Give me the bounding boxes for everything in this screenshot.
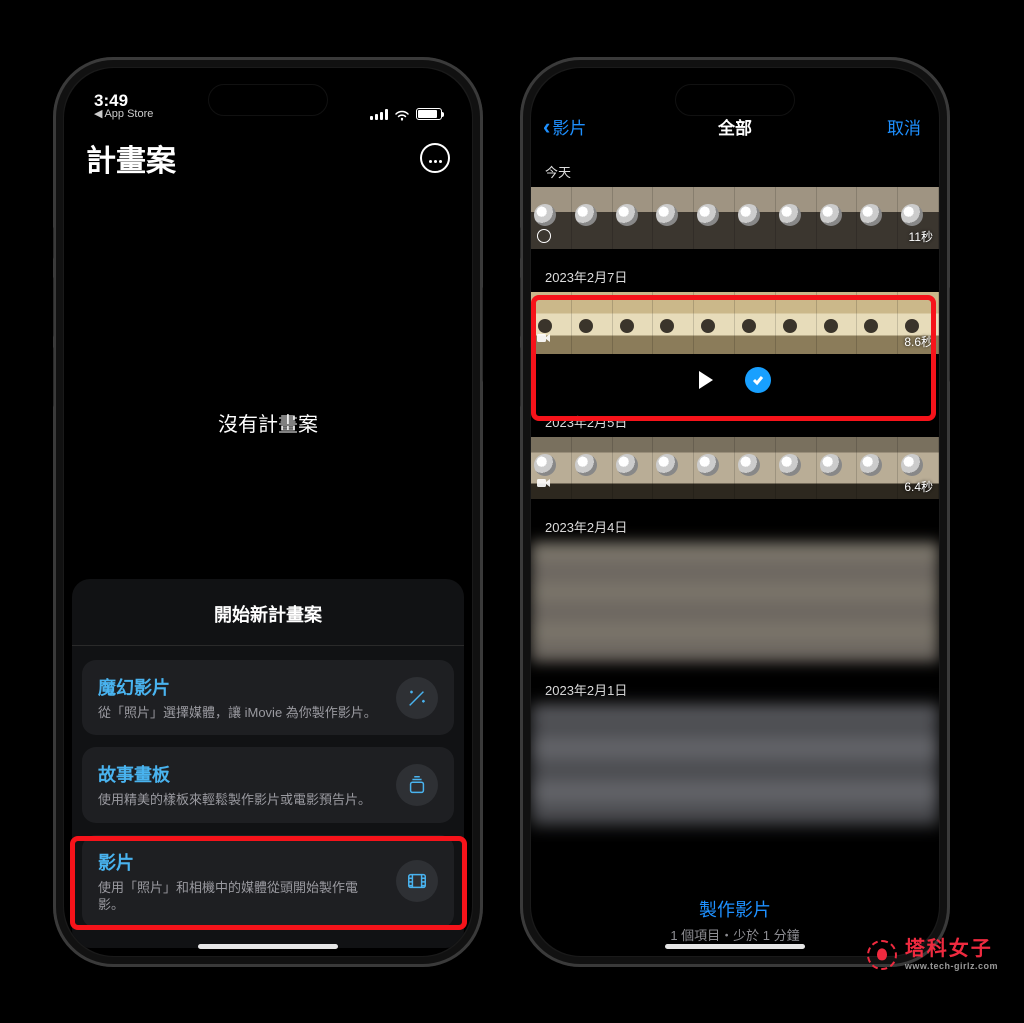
option-desc: 從「照片」選擇媒體，讓 iMovie 為你製作影片。 <box>98 704 382 722</box>
watermark: 塔科女子 www.tech-girlz.com <box>867 939 998 971</box>
side-button <box>53 347 54 407</box>
chevron-left-icon: ◀ <box>94 109 102 120</box>
film-icon <box>396 860 438 902</box>
ellipsis-icon <box>428 150 443 167</box>
clip-item[interactable]: 11秒 <box>531 187 939 249</box>
phone-mockup-left: 3:49 ◀ App Store 計畫案 <box>53 57 483 967</box>
video-icon <box>537 330 551 348</box>
new-project-sheet: 開始新計畫案 魔幻影片 從「照片」選擇媒體，讓 iMovie 為你製作影片。 <box>72 579 464 948</box>
side-button <box>520 347 521 407</box>
live-photo-icon <box>537 229 551 243</box>
dynamic-island <box>208 84 328 116</box>
option-title: 影片 <box>98 849 382 875</box>
option-desc: 使用精美的樣板來輕鬆製作影片或電影預告片。 <box>98 791 382 809</box>
side-button <box>53 277 54 337</box>
stack-icon <box>396 764 438 806</box>
page-title: 計畫案 <box>86 136 176 180</box>
cancel-button[interactable]: 取消 <box>887 114 921 139</box>
phone-mockup-right: ‹ 影片 全部 取消 今天 11秒 2023年2月7日 <box>520 57 950 967</box>
section-label: 2023年2月7日 <box>531 259 939 292</box>
option-movie[interactable]: 影片 使用「照片」和相機中的媒體從頭開始製作電影。 <box>82 835 454 928</box>
chevron-left-icon: ‹ <box>543 116 550 138</box>
option-magic-movie[interactable]: 魔幻影片 從「照片」選擇媒體，讓 iMovie 為你製作影片。 <box>82 660 454 736</box>
side-button <box>482 287 483 382</box>
option-desc: 使用「照片」和相機中的媒體從頭開始製作電影。 <box>98 879 382 914</box>
back-app-label: App Store <box>104 109 153 120</box>
side-button <box>520 277 521 337</box>
more-button[interactable] <box>420 143 450 173</box>
clip-duration: 8.6秒 <box>904 333 933 350</box>
selected-check-icon[interactable] <box>745 367 771 393</box>
home-indicator[interactable] <box>198 944 338 949</box>
sheet-title: 開始新計畫案 <box>72 579 464 645</box>
create-movie-button[interactable]: 製作影片 <box>531 896 939 922</box>
back-label: 影片 <box>552 114 586 139</box>
nav-title: 全部 <box>531 114 939 139</box>
empty-state-text: 沒有計畫案 <box>64 408 472 437</box>
cellular-icon <box>370 108 388 120</box>
home-indicator[interactable] <box>665 944 805 949</box>
section-label: 2023年2月4日 <box>531 509 939 542</box>
back-to-app[interactable]: ◀ App Store <box>94 109 153 120</box>
lightbulb-icon <box>867 940 897 970</box>
watermark-name: 塔科女子 <box>905 939 998 959</box>
media-list[interactable]: 今天 11秒 2023年2月7日 8.6秒 <box>531 154 939 876</box>
dynamic-island <box>675 84 795 116</box>
status-time: 3:49 <box>94 92 128 109</box>
clip-item-blurred[interactable] <box>531 705 939 825</box>
footer-bar: 製作影片 1 個項目・少於 1 分鐘 <box>531 896 939 944</box>
side-button <box>53 227 54 259</box>
clip-duration: 11秒 <box>909 228 933 245</box>
section-label: 今天 <box>531 154 939 187</box>
clip-item-selected[interactable]: 8.6秒 <box>531 292 939 354</box>
video-icon <box>537 475 551 493</box>
option-storyboard[interactable]: 故事畫板 使用精美的樣板來輕鬆製作影片或電影預告片。 <box>82 747 454 823</box>
option-title: 魔幻影片 <box>98 674 382 700</box>
wand-icon <box>396 677 438 719</box>
side-button <box>520 227 521 259</box>
back-button[interactable]: ‹ 影片 <box>543 114 586 139</box>
battery-icon <box>416 108 442 120</box>
clip-duration: 6.4秒 <box>904 478 933 495</box>
side-button <box>949 287 950 382</box>
watermark-url: www.tech-girlz.com <box>905 962 998 971</box>
wifi-icon <box>394 108 410 120</box>
clip-item-blurred[interactable] <box>531 542 939 662</box>
section-label: 2023年2月1日 <box>531 672 939 705</box>
clip-item[interactable]: 6.4秒 <box>531 437 939 499</box>
section-label: 2023年2月5日 <box>531 404 939 437</box>
play-button[interactable] <box>699 371 713 389</box>
option-title: 故事畫板 <box>98 761 382 787</box>
clip-controls <box>531 358 939 402</box>
